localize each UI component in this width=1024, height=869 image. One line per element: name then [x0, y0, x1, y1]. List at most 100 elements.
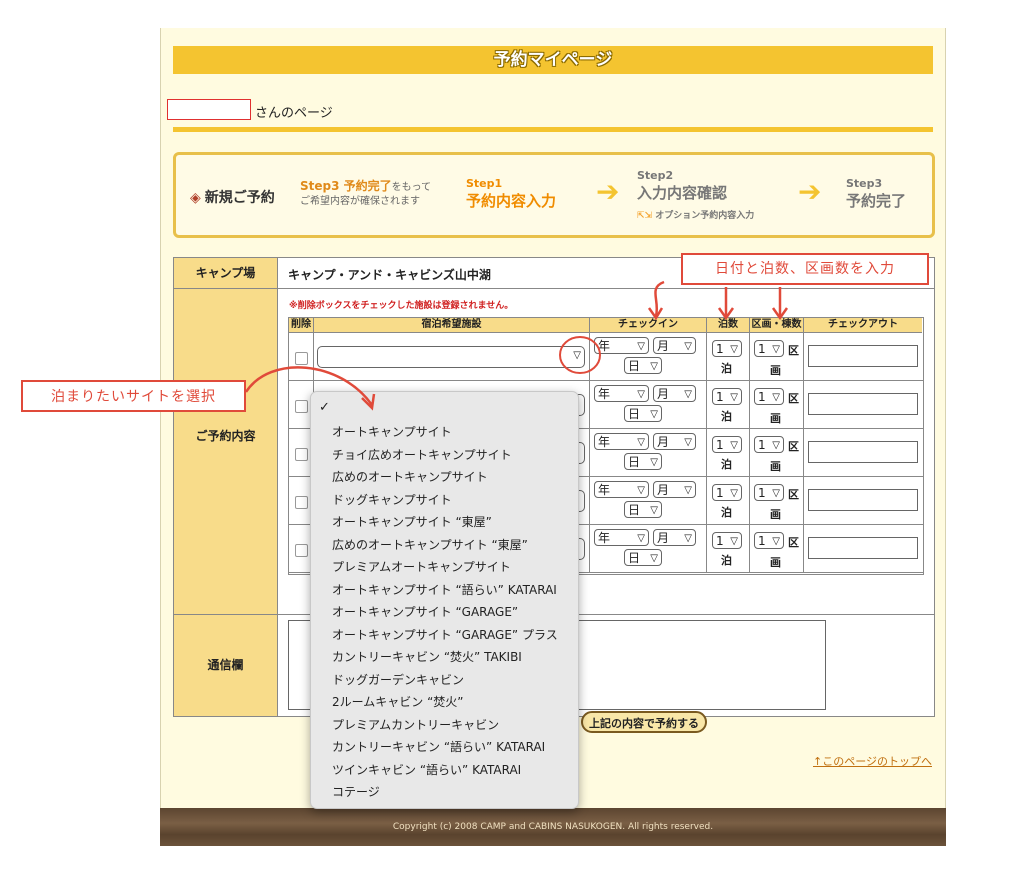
dropdown-option[interactable]: プレミアムカントリーキャビン [332, 716, 499, 733]
year-select[interactable]: 年 ▽ [594, 481, 649, 498]
year-select[interactable]: 年 ▽ [594, 529, 649, 546]
units-unit: 区 [788, 344, 799, 357]
dropdown-option[interactable]: 2ルームキャビン “焚火” [332, 693, 464, 710]
units-select[interactable]: 1 ▽ [754, 532, 784, 549]
chevron-down-icon: ▽ [650, 361, 658, 372]
day-select[interactable]: 日 ▽ [624, 549, 662, 566]
chevron-down-icon: ▽ [730, 536, 738, 547]
step2: Step2 入力内容確認 ⇱⇲ オプション予約内容入力 [637, 169, 755, 221]
dropdown-option[interactable]: ツインキャビン “語らい” KATARAI [332, 761, 521, 778]
units-select[interactable]: 1 ▽ [754, 340, 784, 357]
chevron-down-icon: ▽ [637, 389, 645, 400]
month-select[interactable]: 月 ▽ [653, 529, 696, 546]
month-select[interactable]: 月 ▽ [653, 481, 696, 498]
units-unit: 区 [788, 440, 799, 453]
day-select[interactable]: 日 ▽ [624, 501, 662, 518]
month-select[interactable]: 月 ▽ [653, 433, 696, 450]
step-note: Step3 予約完了をもって ご希望内容が確保されます [300, 179, 432, 207]
units-select[interactable]: 1 ▽ [754, 388, 784, 405]
month-select[interactable]: 月 ▽ [653, 385, 696, 402]
units-select[interactable]: 1 ▽ [754, 484, 784, 501]
chevron-down-icon: ▽ [684, 533, 692, 544]
dropdown-option[interactable]: ドッグガーデンキャビン [332, 671, 464, 688]
dropdown-option[interactable]: 広めのオートキャンプサイト [332, 468, 488, 485]
annotation-select-site: 泊まりたいサイトを選択 [21, 380, 246, 412]
dropdown-option[interactable]: オートキャンプサイト “語らい” KATARAI [332, 581, 557, 598]
units-unit: 区 [788, 536, 799, 549]
month-select[interactable]: 月 ▽ [653, 337, 696, 354]
checkout-input[interactable] [808, 393, 918, 415]
user-page-label: さんのページ [255, 106, 333, 121]
delete-checkbox[interactable] [295, 544, 308, 557]
checkout-input[interactable] [808, 345, 918, 367]
column-header: チェックイン [590, 318, 707, 333]
user-name-box [167, 99, 251, 120]
dropdown-option[interactable]: コテージ [332, 783, 380, 800]
units-unit: 画 [770, 364, 781, 377]
chevron-down-icon: ▽ [573, 350, 581, 361]
units-select[interactable]: 1 ▽ [754, 436, 784, 453]
units-unit: 画 [770, 412, 781, 425]
dropdown-option[interactable]: オートキャンプサイト “GARAGE” [332, 603, 518, 620]
table-row: ▽ 年 ▽ 月 ▽ 日 ▽ 1 ▽ 泊 1 ▽ 区画 [289, 333, 923, 381]
dropdown-option[interactable]: 広めのオートキャンプサイト “東屋” [332, 536, 528, 553]
chevron-down-icon: ▽ [684, 389, 692, 400]
nights-select[interactable]: 1 ▽ [712, 484, 742, 501]
chevron-down-icon: ▽ [772, 536, 780, 547]
column-header: 削除 [289, 318, 314, 333]
checkout-input[interactable] [808, 489, 918, 511]
units-unit: 画 [770, 508, 781, 521]
chevron-down-icon: ▽ [650, 553, 658, 564]
dropdown-option[interactable]: ドッグキャンプサイト [332, 491, 452, 508]
chevron-down-icon: ▽ [637, 437, 645, 448]
step3: Step3 予約完了 [846, 177, 907, 210]
year-select[interactable]: 年 ▽ [594, 337, 649, 354]
dropdown-option[interactable]: プレミアムオートキャンプサイト [332, 558, 511, 575]
divider [173, 127, 933, 132]
checkout-input[interactable] [808, 537, 918, 559]
checkout-input[interactable] [808, 441, 918, 463]
step-progress: ◈ 新規ご予約 Step3 予約完了をもって ご希望内容が確保されます Step1… [173, 152, 935, 238]
page-top-link[interactable]: ↑このページのトップへ [813, 753, 932, 769]
nights-unit: 泊 [721, 362, 732, 375]
dropdown-option[interactable]: カントリーキャビン “焚火” TAKIBI [332, 648, 522, 665]
arrow-right-icon: ➔ [596, 175, 620, 208]
delete-checkbox[interactable] [295, 352, 308, 365]
dropdown-option[interactable]: カントリーキャビン “語らい” KATARAI [332, 738, 545, 755]
chevron-down-icon: ▽ [637, 341, 645, 352]
chevron-down-icon: ▽ [684, 437, 692, 448]
nights-unit: 泊 [721, 458, 732, 471]
nights-select[interactable]: 1 ▽ [712, 340, 742, 357]
facility-dropdown-menu[interactable]: ✓ オートキャンプサイト チョイ広めオートキャンプサイト 広めのオートキャンプサイト… [310, 391, 579, 809]
chevron-down-icon: ▽ [684, 341, 692, 352]
delete-checkbox[interactable] [295, 448, 308, 461]
dropdown-option[interactable]: オートキャンプサイト “GARAGE” プラス [332, 626, 558, 643]
column-header: 宿泊希望施設 [314, 318, 590, 333]
chevron-down-icon: ▽ [637, 485, 645, 496]
delete-checkbox[interactable] [295, 400, 308, 413]
column-header: チェックアウト [804, 318, 922, 333]
year-select[interactable]: 年 ▽ [594, 385, 649, 402]
nights-select[interactable]: 1 ▽ [712, 436, 742, 453]
nights-select[interactable]: 1 ▽ [712, 388, 742, 405]
nights-unit: 泊 [721, 554, 732, 567]
day-select[interactable]: 日 ▽ [624, 405, 662, 422]
dropdown-option[interactable]: チョイ広めオートキャンプサイト [332, 446, 512, 463]
chevron-down-icon: ▽ [637, 533, 645, 544]
units-unit: 区 [788, 392, 799, 405]
facility-select[interactable]: ▽ [317, 346, 585, 368]
chevron-down-icon: ▽ [650, 409, 658, 420]
nights-select[interactable]: 1 ▽ [712, 532, 742, 549]
delete-checkbox[interactable] [295, 496, 308, 509]
delete-warning: ※削除ボックスをチェックした施設は登録されません。 [289, 301, 514, 311]
day-select[interactable]: 日 ▽ [624, 453, 662, 470]
chevron-down-icon: ▽ [730, 488, 738, 499]
submit-reservation-button[interactable]: 上記の内容で予約する [581, 711, 707, 733]
day-select[interactable]: 日 ▽ [624, 357, 662, 374]
dropdown-option[interactable]: オートキャンプサイト “東屋” [332, 513, 492, 530]
option-icon: ⇱⇲ [637, 211, 656, 221]
annotation-input-dates: 日付と泊数、区画数を入力 [681, 253, 929, 285]
year-select[interactable]: 年 ▽ [594, 433, 649, 450]
dropdown-option[interactable]: オートキャンプサイト [332, 423, 452, 440]
column-header: 区画・棟数 [750, 318, 804, 333]
